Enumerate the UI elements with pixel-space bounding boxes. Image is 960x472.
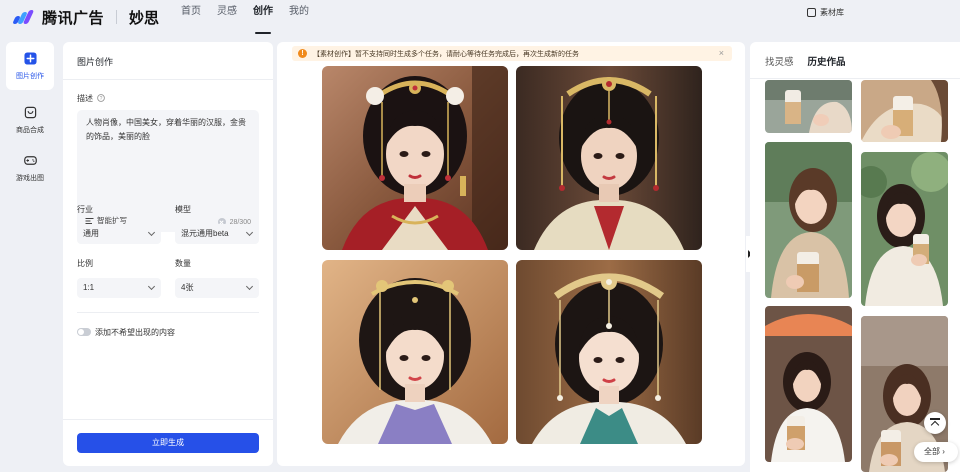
history-thumbnail[interactable]	[765, 142, 852, 298]
product-name: 妙思	[129, 9, 160, 27]
all-works-label: 全部	[924, 447, 940, 456]
quantity-label: 数量	[175, 259, 191, 268]
thumbnail-image	[861, 152, 948, 306]
ratio-select[interactable]: 1:1	[77, 278, 161, 298]
tencent-ads-logo-icon	[12, 10, 36, 24]
svg-text:?: ?	[100, 96, 103, 102]
generated-image-2[interactable]	[516, 66, 702, 250]
chevron-right-icon: ›	[942, 447, 945, 456]
portrait-image	[322, 260, 508, 444]
ratio-label: 比例	[77, 259, 93, 268]
nav-inspiration[interactable]: 灵感	[217, 0, 237, 34]
nav-create[interactable]: 创作	[253, 0, 273, 34]
generated-image-3[interactable]	[322, 260, 508, 444]
image-plus-icon	[23, 51, 37, 65]
thumbnail-image	[765, 142, 852, 298]
close-icon[interactable]: ×	[719, 48, 724, 58]
quantity-select[interactable]: 4张	[175, 278, 259, 298]
warning-icon: !	[298, 49, 307, 58]
scroll-to-top-button[interactable]	[924, 412, 946, 434]
sidebar-item-label: 图片创作	[16, 72, 44, 80]
nav-mine[interactable]: 我的	[289, 0, 309, 34]
description-label-text: 描述	[77, 94, 93, 103]
sidebar-item-label: 游戏出图	[16, 174, 44, 182]
history-thumbnail[interactable]	[861, 80, 948, 142]
negative-prompt-label: 添加不希望出现的内容	[95, 328, 175, 337]
section-divider	[77, 312, 259, 313]
ratio-value: 1:1	[83, 283, 95, 292]
top-bar: 腾讯广告 妙思 首页 灵感 创作 我的 素材库	[0, 0, 960, 34]
notice-text: 【素材创作】暂不支持同时生成多个任务，请耐心等待任务完成后，再次生成新的任务	[313, 51, 579, 58]
panel-divider	[63, 79, 273, 80]
model-label: 模型	[175, 205, 191, 214]
thumbnail-image	[861, 80, 948, 142]
history-thumbnail[interactable]	[765, 80, 852, 133]
history-divider	[750, 78, 960, 79]
brand-logo[interactable]: 腾讯广告 妙思	[12, 7, 181, 28]
history-thumbnail[interactable]	[861, 152, 948, 306]
sidebar-item-game-image[interactable]: 游戏出图	[6, 144, 54, 192]
portrait-image	[322, 66, 508, 250]
tab-history-works[interactable]: 历史作品	[808, 54, 846, 68]
history-tabs: 找灵感 历史作品	[765, 54, 846, 68]
history-panel: 找灵感 历史作品	[750, 42, 960, 472]
panel-title: 图片创作	[77, 57, 114, 67]
footer-divider	[63, 419, 273, 420]
sidebar-item-image-create[interactable]: 图片创作	[6, 42, 54, 90]
portrait-image	[516, 260, 702, 444]
industry-select[interactable]: 通用	[77, 224, 161, 244]
bag-icon	[24, 106, 36, 118]
chevron-down-icon	[245, 228, 254, 237]
generated-image-1[interactable]	[322, 66, 508, 250]
sidebar-item-product-compose[interactable]: 商品合成	[6, 96, 54, 144]
sidebar-item-label: 商品合成	[16, 126, 44, 134]
chevron-down-icon	[147, 228, 156, 237]
image-create-panel: 图片创作 描述 ? 人物肖像，中国美女，穿着华丽的汉服，金贵的饰品，美丽的脸 智…	[63, 42, 273, 466]
generate-button[interactable]: 立即生成	[77, 433, 259, 453]
tab-find-inspiration[interactable]: 找灵感	[765, 54, 794, 68]
material-library-label: 素材库	[820, 8, 844, 17]
thumbnail-image	[765, 80, 852, 133]
portrait-image	[516, 66, 702, 250]
history-thumbnail[interactable]	[765, 306, 852, 462]
model-value: 混元通用beta	[181, 229, 229, 238]
material-library-button[interactable]: 素材库	[807, 7, 844, 18]
industry-value: 通用	[83, 229, 99, 238]
result-canvas: ! 【素材创作】暂不支持同时生成多个任务，请耐心等待任务完成后，再次生成新的任务…	[277, 42, 745, 466]
material-library-icon	[807, 8, 816, 17]
generated-image-4[interactable]	[516, 260, 702, 444]
brand-name: 腾讯广告	[42, 9, 105, 27]
tool-sidebar: 图片创作 商品合成 游戏出图	[0, 34, 60, 472]
description-textarea[interactable]: 人物肖像，中国美女，穿着华丽的汉服，金贵的饰品，美丽的脸 智能扩写 28/300	[77, 110, 259, 232]
description-label: 描述 ?	[77, 93, 106, 104]
all-works-button[interactable]: 全部 ›	[914, 442, 958, 462]
thumbnail-image	[765, 306, 852, 462]
negative-prompt-toggle[interactable]	[77, 328, 91, 336]
industry-label: 行业	[77, 205, 93, 214]
quantity-value: 4张	[181, 283, 194, 292]
chevron-down-icon	[245, 282, 254, 291]
description-value[interactable]: 人物肖像，中国美女，穿着华丽的汉服，金贵的饰品，美丽的脸	[86, 116, 252, 144]
nav-home[interactable]: 首页	[181, 0, 201, 34]
chevron-down-icon	[147, 282, 156, 291]
task-notice: ! 【素材创作】暂不支持同时生成多个任务，请耐心等待任务完成后，再次生成新的任务…	[292, 46, 732, 61]
help-icon[interactable]: ?	[97, 94, 106, 102]
model-select[interactable]: 混元通用beta	[175, 224, 259, 244]
brand-divider	[116, 10, 118, 24]
gamepad-icon	[23, 155, 37, 165]
main-nav: 首页 灵感 创作 我的	[181, 0, 309, 34]
